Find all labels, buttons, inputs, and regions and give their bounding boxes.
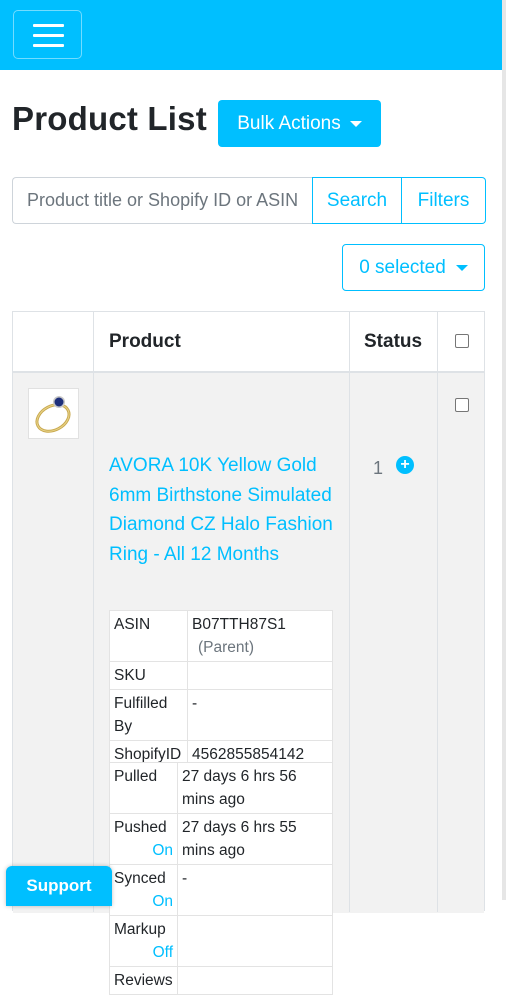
synced-value: - xyxy=(177,864,333,916)
hamburger-icon[interactable] xyxy=(13,10,82,59)
pushed-label: Pushed xyxy=(114,819,167,836)
column-divider xyxy=(349,312,350,912)
pulled-value: 27 days 6 hrs 56 mins ago xyxy=(177,762,333,814)
scrollbar-track xyxy=(502,0,506,900)
plus-circle-icon[interactable]: + xyxy=(396,456,414,474)
product-title-link[interactable]: AVORA 10K Yellow Gold 6mm Birthstone Sim… xyxy=(109,451,344,570)
search-input[interactable] xyxy=(12,177,312,224)
reviews-label: Reviews xyxy=(109,966,178,995)
asin-parent-note: (Parent) xyxy=(198,639,254,656)
fulfilled-value: - xyxy=(187,689,333,741)
column-divider xyxy=(93,312,94,912)
caret-down-icon xyxy=(349,120,362,127)
search-bar: Search Filters xyxy=(12,177,486,224)
pushed-cell: Pushed On xyxy=(109,813,178,865)
row-select-checkbox[interactable] xyxy=(455,398,469,412)
bulk-actions-dropdown[interactable]: Bulk Actions xyxy=(218,100,381,147)
selected-count-label: 0 selected xyxy=(359,256,446,278)
table-row: AVORA 10K Yellow Gold 6mm Birthstone Sim… xyxy=(13,373,484,995)
table-header: Product Status xyxy=(13,312,484,373)
product-details-table: ASIN B07TTH87S1 (Parent) SKU Fulfilled B… xyxy=(109,610,333,769)
search-button[interactable]: Search xyxy=(312,177,402,224)
sku-value xyxy=(187,661,333,690)
page-title: Product List xyxy=(12,100,207,137)
column-divider xyxy=(437,312,438,912)
synced-toggle[interactable]: On xyxy=(114,890,173,913)
select-all-checkbox[interactable] xyxy=(455,334,469,348)
selected-count-dropdown[interactable]: 0 selected xyxy=(342,244,485,291)
sku-label: SKU xyxy=(109,661,188,690)
markup-value xyxy=(177,915,333,967)
markup-cell: Markup Off xyxy=(109,915,178,967)
reviews-value xyxy=(177,966,333,995)
asin-label: ASIN xyxy=(109,610,188,662)
caret-down-icon xyxy=(455,264,468,271)
top-navbar xyxy=(0,0,502,70)
pushed-value: 27 days 6 hrs 55 mins ago xyxy=(177,813,333,865)
bulk-actions-label: Bulk Actions xyxy=(237,112,341,134)
sync-status-table: Pulled 27 days 6 hrs 56 mins ago Pushed … xyxy=(109,762,333,995)
pulled-label: Pulled xyxy=(109,762,178,814)
fulfilled-label: Fulfilled By xyxy=(109,689,188,741)
status-count: 1 xyxy=(373,458,384,478)
product-thumbnail[interactable] xyxy=(28,388,79,439)
pushed-toggle[interactable]: On xyxy=(114,839,173,862)
product-table: Product Status AVORA 10K Yellow Gold 6mm… xyxy=(12,311,485,995)
product-column-header: Product xyxy=(109,330,181,352)
asin-value: B07TTH87S1 xyxy=(192,616,286,633)
synced-label: Synced xyxy=(114,870,166,887)
markup-toggle[interactable]: Off xyxy=(114,941,173,964)
status-column-header: Status xyxy=(364,330,423,352)
filters-button[interactable]: Filters xyxy=(402,177,486,224)
asin-cell: B07TTH87S1 (Parent) xyxy=(187,610,333,662)
synced-cell: Synced On xyxy=(109,864,178,916)
markup-label: Markup xyxy=(114,921,166,938)
support-button[interactable]: Support xyxy=(6,866,112,906)
